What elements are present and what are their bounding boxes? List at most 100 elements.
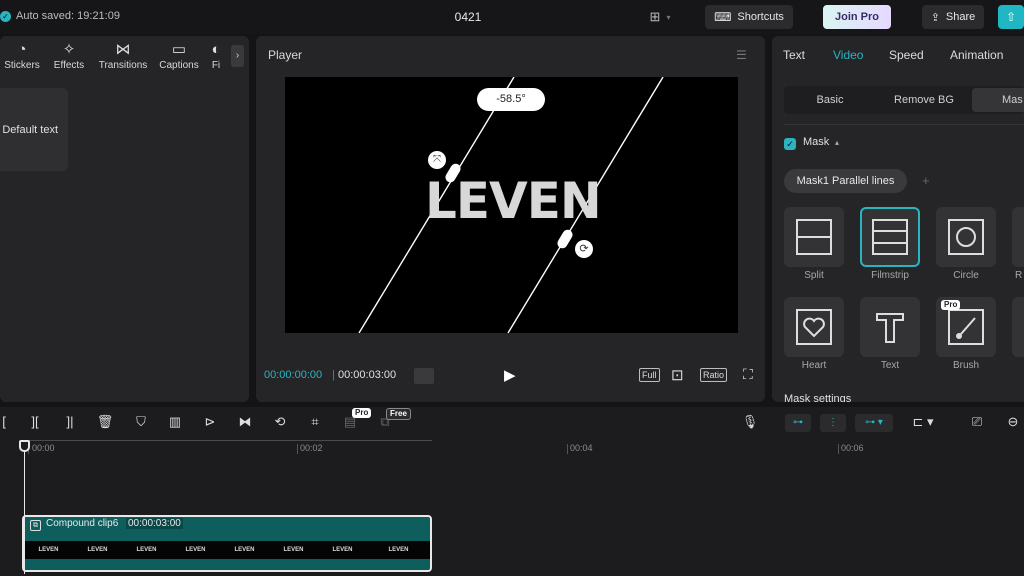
feather-icon[interactable]: ⤧: [428, 151, 446, 169]
circle-mask-icon: [948, 219, 984, 255]
mask-chip[interactable]: Mask1 Parallel lines: [784, 169, 907, 193]
mask-checkbox[interactable]: ✓: [784, 138, 796, 150]
clip-thumbnail: LEVEN: [73, 541, 122, 559]
export-button[interactable]: ⇧: [998, 5, 1024, 29]
tool-label: Effects: [53, 60, 85, 71]
clip-thumbnail: LEVEN: [24, 541, 73, 559]
rectangle-label: R: [1015, 270, 1023, 281]
project-title[interactable]: 0421: [0, 10, 936, 24]
ruler-tick: [838, 444, 839, 454]
mask-settings-label: Mask settings: [784, 393, 852, 402]
video-preview[interactable]: LEVEN -58.5° ⤧ ⟳: [285, 77, 738, 333]
frame-thumbnail[interactable]: [414, 368, 434, 384]
heart-mask-icon: [796, 309, 832, 345]
full-button[interactable]: Full: [639, 368, 660, 382]
shortcuts-button[interactable]: ⌨ Shortcuts: [705, 5, 793, 29]
tab-animation[interactable]: Animation: [950, 48, 1003, 62]
subtab-basic[interactable]: Basic: [786, 88, 874, 112]
chevron-right-icon[interactable]: ›: [231, 45, 244, 67]
text-mask-icon: [876, 313, 904, 343]
split-label: Split: [804, 270, 824, 281]
effects-icon: ✧: [62, 41, 76, 58]
clip-thumbnail: LEVEN: [318, 541, 367, 559]
split-right-icon[interactable]: ]|: [61, 414, 79, 429]
share-button[interactable]: ⇪ Share: [922, 5, 984, 29]
subtab-mask[interactable]: Mas: [972, 88, 1024, 112]
clip-name: Compound clip6: [46, 518, 119, 529]
tool-label: Captions: [159, 60, 199, 71]
tool-effects[interactable]: ✧ Effects: [41, 40, 97, 71]
collapse-icon[interactable]: ▴: [835, 138, 839, 147]
compound-clip-icon: ⧉: [30, 520, 41, 531]
tool-captions[interactable]: ▭ Captions: [151, 40, 207, 71]
subtab-remove-bg[interactable]: Remove BG: [876, 88, 972, 112]
tool-label: Fi: [211, 60, 221, 71]
zoom-out-icon[interactable]: ⊖: [1004, 414, 1022, 430]
keyboard-icon: ⌨: [714, 10, 732, 24]
mask-rectangle[interactable]: [1012, 207, 1024, 267]
duration: 00:00:03:00: [338, 369, 397, 381]
marker-icon[interactable]: ⛉: [132, 414, 150, 430]
freeze-icon[interactable]: ▥: [166, 414, 184, 430]
microphone-icon[interactable]: 🎙: [741, 414, 759, 430]
clip-thumbnail: LEVEN: [220, 541, 269, 559]
zoom-fit-icon[interactable]: ⊡: [671, 366, 684, 384]
rotate-clip-icon[interactable]: ⟲: [271, 414, 289, 430]
layout-button[interactable]: ⊞ ▾: [640, 5, 680, 29]
share-icon: ⇪: [930, 11, 940, 24]
delete-icon[interactable]: 🗑: [96, 414, 114, 430]
play-icon[interactable]: ▶: [504, 366, 516, 384]
shortcuts-label: Shortcuts: [737, 11, 784, 23]
split-left-icon[interactable]: [: [0, 414, 13, 429]
playhead-line: [24, 446, 25, 574]
rotate-icon[interactable]: ⟳: [575, 240, 593, 258]
tool-label: Transitions: [98, 60, 148, 71]
time-separator: |: [332, 369, 335, 381]
clip-thumbnail: LEVEN: [171, 541, 220, 559]
ruler-label: 00:00: [32, 443, 55, 453]
ratio-button[interactable]: Ratio: [700, 368, 728, 382]
tool-transitions[interactable]: ⋈ Transitions: [95, 40, 151, 71]
fullscreen-icon[interactable]: ⛶: [743, 366, 753, 383]
default-text-preset[interactable]: Default text: [0, 88, 68, 171]
mask-heart[interactable]: [784, 297, 844, 357]
tab-speed[interactable]: Speed: [889, 48, 924, 62]
linkage-icon[interactable]: ⋮: [820, 414, 846, 432]
divider: [784, 124, 1024, 125]
tool-label: Stickers: [4, 60, 40, 71]
mirror-icon[interactable]: ⧓: [236, 414, 254, 430]
tool-filters[interactable]: ◐ Fi: [205, 40, 227, 71]
mask-filmstrip[interactable]: [860, 207, 920, 267]
screen-icon[interactable]: ⎚: [968, 414, 986, 430]
preset-label: Default text: [2, 123, 58, 136]
mask-more[interactable]: [1012, 297, 1024, 357]
mask-circle[interactable]: [936, 207, 996, 267]
heart-label: Heart: [801, 360, 827, 371]
ruler-label: 00:06: [841, 443, 864, 453]
preview-axis-icon[interactable]: ⊶ ▾: [855, 414, 893, 432]
ruler-label: 00:04: [570, 443, 593, 453]
menu-icon[interactable]: ☰: [736, 48, 747, 62]
top-bar: ✓ Auto saved: 19:21:09 0421 ⊞ ▾ ⌨ Shortcu…: [0, 0, 1024, 34]
speed-icon[interactable]: ⊳: [201, 414, 219, 430]
join-pro-button[interactable]: Join Pro: [823, 5, 891, 29]
mask-text[interactable]: [860, 297, 920, 357]
join-pro-label: Join Pro: [834, 11, 879, 23]
crop-icon[interactable]: ⌗: [306, 414, 324, 430]
tab-text[interactable]: Text: [783, 48, 805, 62]
current-time: 00:00:00:00: [264, 369, 323, 381]
add-mask-icon[interactable]: +: [922, 173, 930, 188]
clip-thumbnail: LEVEN: [367, 541, 430, 559]
filters-icon: ◐: [211, 41, 221, 58]
split-icon[interactable]: ][: [26, 414, 44, 429]
export-icon: ⇧: [1005, 10, 1017, 24]
circle-label: Circle: [953, 270, 979, 281]
mask-split[interactable]: [784, 207, 844, 267]
playhead[interactable]: [19, 440, 30, 452]
chevron-down-icon: ▾: [666, 12, 671, 22]
track-options-icon[interactable]: ⊏ ▾: [905, 414, 941, 430]
compound-clip[interactable]: ⧉ Compound clip6 00:00:03:00 LEVEN LEVEN…: [22, 515, 432, 572]
magnet-snap-icon[interactable]: ⊶: [785, 414, 811, 432]
ruler-label: 00:02: [300, 443, 323, 453]
tab-video[interactable]: Video: [833, 48, 863, 62]
